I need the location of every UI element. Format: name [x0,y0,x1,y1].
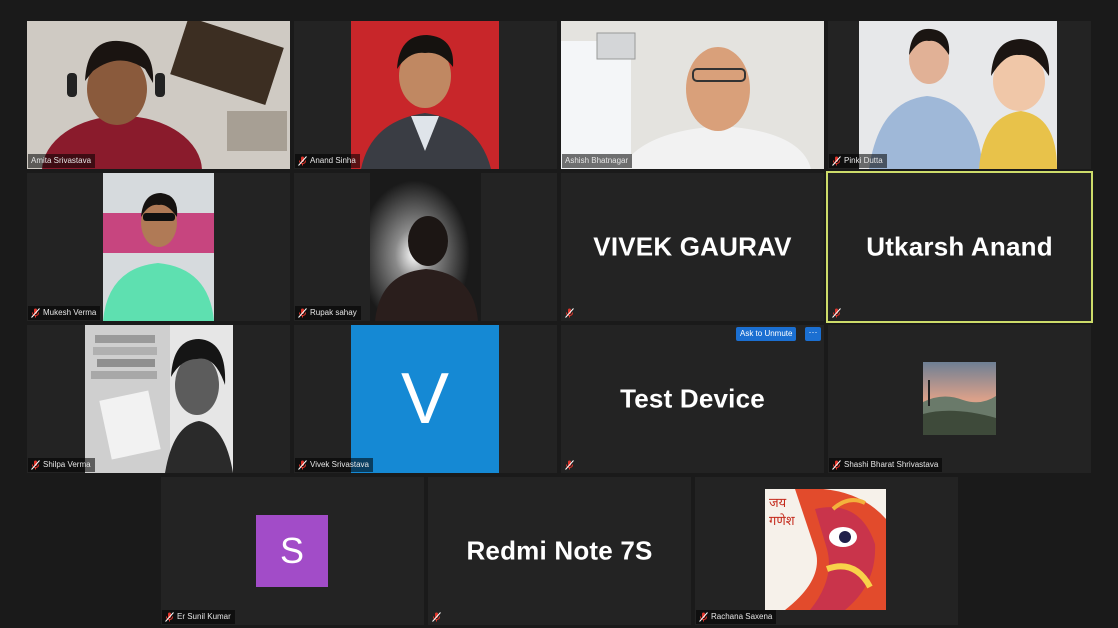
participant-name: Shashi Bharat Shrivastava [844,460,939,469]
video-tile-rupak[interactable]: Rupak sahay [294,173,557,321]
video-feed [27,21,290,169]
participant-name: Anand Sinha [310,156,356,165]
microphone-muted-icon [31,308,40,318]
ganesha-text-line1: जय [769,496,787,511]
microphone-muted-icon [699,612,708,622]
microphone-muted-icon [31,460,40,470]
participant-name: Vivek Srivastava [310,460,369,469]
participant-name-tag: Amita Srivastava [28,154,96,168]
participant-name: Rachana Saxena [711,612,773,621]
participant-display-name: Test Device [620,383,765,414]
video-tile-vivek-srivastava[interactable]: V Vivek Srivastava [294,325,557,473]
participant-name-tag [829,306,845,320]
microphone-muted-icon [165,612,174,622]
video-tile-pinki[interactable]: Pinki Dutta [828,21,1091,169]
video-tile-anand[interactable]: Anand Sinha [294,21,557,169]
participant-name: Pinki Dutta [844,156,883,165]
more-options-button[interactable]: ··· [805,327,821,341]
profile-picture: जय गणेश [765,489,886,610]
ask-to-unmute-button[interactable]: Ask to Unmute [736,327,797,341]
video-tile-ashish[interactable]: Ashish Bhatnagar [561,21,824,169]
participant-name-tag: Er Sunil Kumar [162,610,235,624]
ganesha-text-line2: गणेश [769,513,796,529]
participant-name: Mukesh Verma [43,308,97,317]
participant-display-name: Utkarsh Anand [866,231,1053,262]
video-feed [859,21,1057,169]
profile-avatar: S [256,515,328,587]
video-tile-shilpa[interactable]: Shilpa Verma [27,325,290,473]
video-tile-redmi[interactable]: Redmi Note 7S [428,477,691,625]
video-feed [370,173,481,321]
participant-name-tag: Anand Sinha [295,154,360,168]
video-feed [103,173,214,321]
microphone-muted-icon [565,308,574,318]
profile-avatar: V [351,325,499,473]
avatar-initial: V [400,359,450,439]
video-tile-shashi[interactable]: Shashi Bharat Shrivastava [828,325,1091,473]
participant-name: Shilpa Verma [43,460,91,469]
video-tile-amita[interactable]: Amita Srivastava [27,21,290,169]
video-tile-sunil[interactable]: S Er Sunil Kumar [161,477,424,625]
video-feed [85,325,233,473]
microphone-muted-icon [298,156,307,166]
video-tile-rachana[interactable]: जय गणेश Rachana Saxena [695,477,958,625]
microphone-muted-icon [298,460,307,470]
microphone-muted-icon [432,612,441,622]
microphone-muted-icon [832,308,841,318]
participant-name-tag: Shashi Bharat Shrivastava [829,458,943,472]
microphone-muted-icon [298,308,307,318]
video-feed [561,21,824,169]
video-tile-utkarsh-active-speaker[interactable]: Utkarsh Anand [826,171,1093,323]
microphone-muted-icon [565,460,574,470]
video-feed [351,21,499,169]
microphone-muted-icon [832,156,841,166]
participant-name-tag: Rupak sahay [295,306,361,320]
participant-display-name: VIVEK GAURAV [593,231,792,262]
avatar-initial: S [279,530,304,571]
video-tile-mukesh[interactable]: Mukesh Verma [27,173,290,321]
participant-name-tag [562,458,578,472]
participant-name-tag [429,610,445,624]
participant-display-name: Redmi Note 7S [466,535,653,566]
participant-name-tag: Shilpa Verma [28,458,95,472]
participant-name-tag: Pinki Dutta [829,154,887,168]
microphone-muted-icon [832,460,841,470]
video-tile-vivek-gaurav[interactable]: VIVEK GAURAV [561,173,824,321]
profile-picture [923,362,996,435]
participant-name: Ashish Bhatnagar [565,156,629,165]
participant-name-tag: Ashish Bhatnagar [562,154,633,168]
participant-name-tag: Vivek Srivastava [295,458,373,472]
participant-name-tag: Rachana Saxena [696,610,777,624]
participant-name: Amita Srivastava [31,156,92,165]
participant-name-tag [562,306,578,320]
participant-name-tag: Mukesh Verma [28,306,101,320]
video-tile-test-device[interactable]: Ask to Unmute ··· Test Device [561,325,824,473]
participant-name: Rupak sahay [310,308,357,317]
participant-name: Er Sunil Kumar [177,612,231,621]
